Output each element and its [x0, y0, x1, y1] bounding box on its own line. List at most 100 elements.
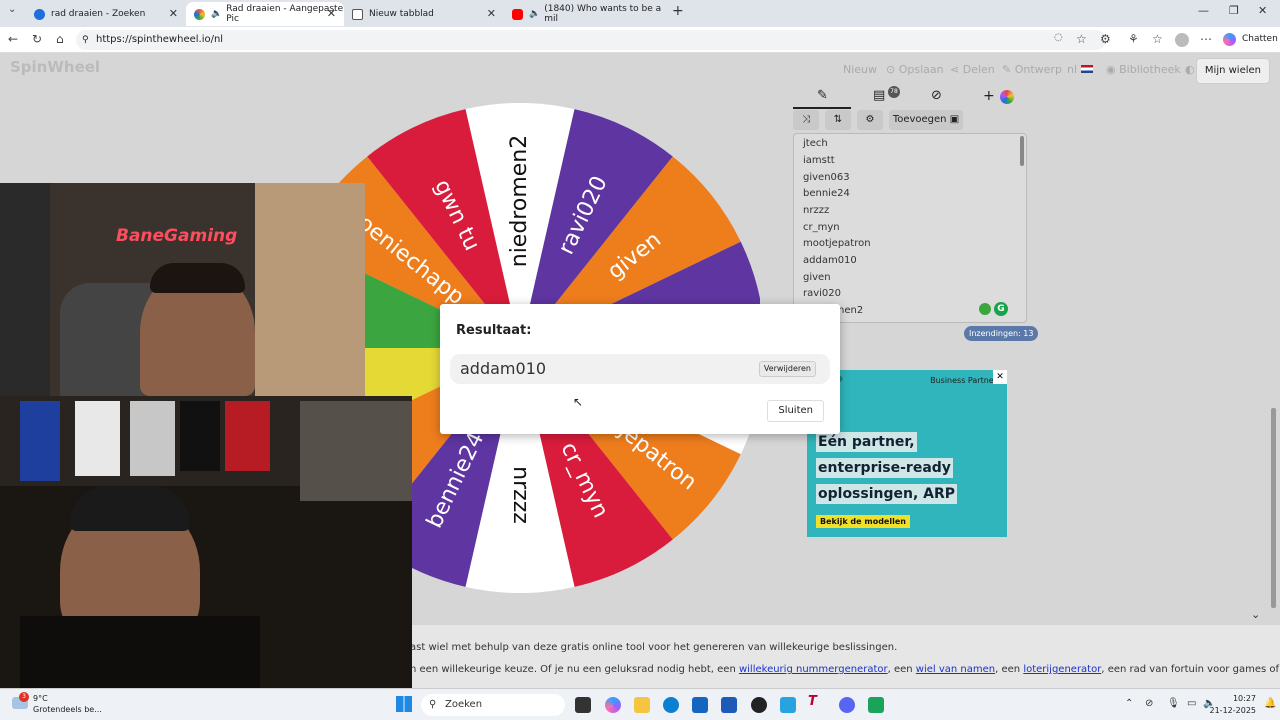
store-icon[interactable]	[692, 697, 708, 713]
number-generator-link[interactable]: willekeurig nummergenerator	[739, 664, 888, 675]
result-row: addam010 Verwijderen	[450, 354, 830, 384]
lottery-generator-link[interactable]: loterijgenerator	[1023, 664, 1101, 675]
list-item[interactable]: addam010	[803, 255, 857, 266]
add-image-button[interactable]: Toevoegen ▣	[889, 110, 963, 130]
page-scrollbar[interactable]	[1271, 408, 1276, 608]
minimize-icon[interactable]: —	[1198, 4, 1209, 17]
new-tab-icon[interactable]: +	[672, 3, 684, 19]
speaker-icon[interactable]: 🔈	[529, 9, 540, 19]
result-value: addam010	[460, 359, 547, 378]
collections-icon[interactable]: ⚘	[1128, 32, 1139, 46]
close-window-icon[interactable]: ✕	[1258, 4, 1267, 17]
tab-search[interactable]: rad draaien - Zoeken ✕	[26, 2, 186, 26]
close-tab-icon[interactable]: ✕	[487, 7, 496, 20]
nav-share[interactable]: ⋖ Delen	[950, 63, 995, 76]
wheel-segment-label: nrzzz	[508, 466, 533, 524]
file-explorer-icon[interactable]	[634, 697, 650, 713]
chevron-down-icon[interactable]: ⌄	[1251, 608, 1260, 621]
nav-language[interactable]: nl	[1067, 63, 1093, 76]
site-logo[interactable]: SpinWheel	[10, 58, 100, 76]
extensions-icon[interactable]: ⚙	[1100, 32, 1111, 46]
speaker-icon[interactable]: 🔈	[211, 9, 222, 19]
outlook-icon[interactable]	[721, 697, 737, 713]
list-item[interactable]: given063	[803, 172, 850, 183]
taskbar-search[interactable]: ⚲ Zoeken	[421, 694, 565, 716]
url-field[interactable]: ⚲ https://spinthewheel.io/nl	[76, 30, 1106, 50]
site-info-icon[interactable]: ⚲	[82, 30, 89, 50]
system-clock[interactable]: 10:27 21-12-2025	[1210, 693, 1257, 717]
active-tab-indicator	[793, 107, 851, 109]
display-icon[interactable]: ▭	[1187, 698, 1196, 709]
task-view-icon[interactable]	[575, 697, 591, 713]
back-icon[interactable]: ←	[8, 32, 18, 46]
discord-icon[interactable]	[839, 697, 855, 713]
theme-toggle-icon[interactable]: ◐	[1185, 63, 1195, 76]
network-icon[interactable]: ⊘	[1145, 698, 1153, 709]
close-tab-icon[interactable]: ✕	[169, 7, 178, 20]
maximize-icon[interactable]: ❐	[1229, 4, 1239, 17]
copilot-label[interactable]: Chatten	[1242, 34, 1278, 44]
search-icon: ⚲	[429, 699, 437, 710]
hint-bulb-icon[interactable]	[979, 303, 991, 315]
entries-list[interactable]: jtech iamstt given063 bennie24 nrzzz cr_…	[793, 133, 1027, 323]
show-hidden-icons[interactable]: ⌃	[1125, 698, 1133, 709]
favorite-star-icon[interactable]: ☆	[1076, 32, 1087, 46]
sort-button[interactable]: ⇅	[825, 110, 851, 130]
hide-eye-icon[interactable]: ⊘	[931, 88, 942, 103]
color-palette-icon[interactable]	[1000, 90, 1014, 104]
wheel-of-names-link[interactable]: wiel van namen	[916, 664, 995, 675]
tab-title: (1840) Who wants to be a mil	[544, 4, 662, 24]
shuffle-button[interactable]: ⤨	[793, 110, 819, 130]
ad-headline: oplossingen, ARP	[816, 484, 958, 504]
close-tab-icon[interactable]: ✕	[327, 7, 336, 20]
profile-avatar[interactable]	[1175, 33, 1189, 47]
obs-icon[interactable]	[751, 697, 767, 713]
tab-spinwheel[interactable]: 🔈 Rad draaien - Aangepaste Pic ✕	[186, 2, 344, 26]
nav-new[interactable]: Nieuw	[843, 63, 877, 76]
my-wheels-button[interactable]: Mijn wielen	[1195, 58, 1270, 84]
copilot-taskbar-icon[interactable]	[605, 697, 621, 713]
notifications-icon[interactable]: 🔔	[1264, 698, 1276, 709]
home-icon[interactable]: ⌂	[56, 32, 64, 46]
ad-cta-button[interactable]: Bekijk de modellen	[816, 515, 910, 528]
read-aloud-icon[interactable]: ◌	[1054, 32, 1063, 43]
nav-save[interactable]: ⊙ Opslaan	[886, 63, 944, 76]
neon-sign: BaneGaming	[116, 226, 238, 246]
list-item[interactable]: jtech	[803, 138, 828, 149]
list-item[interactable]: ravi020	[803, 288, 841, 299]
close-button[interactable]: Sluiten	[767, 400, 824, 422]
windows-start-icon[interactable]	[396, 696, 412, 712]
edge-browser-icon[interactable]	[663, 697, 679, 713]
tab-youtube[interactable]: 🔈 (1840) Who wants to be a mil	[504, 2, 664, 26]
grammarly-icon[interactable]: G	[994, 302, 1008, 316]
results-clipboard-icon[interactable]: ▤	[873, 88, 885, 103]
remove-button[interactable]: Verwijderen	[758, 361, 816, 377]
edit-pencil-icon[interactable]: ✎	[817, 88, 828, 103]
add-icon[interactable]: +	[983, 88, 995, 104]
capcut-icon[interactable]	[780, 697, 796, 713]
list-item[interactable]: nrzzz	[803, 205, 829, 216]
list-item[interactable]: cr_myn	[803, 222, 840, 233]
refresh-icon[interactable]: ↻	[32, 32, 42, 46]
favorites-icon[interactable]: ☆	[1152, 32, 1163, 46]
tab-list-icon[interactable]: ⌄	[8, 4, 16, 15]
scrollbar[interactable]	[1020, 136, 1024, 166]
list-item[interactable]: iamstt	[803, 155, 835, 166]
flag-nl-icon	[1080, 65, 1093, 73]
copilot-icon[interactable]	[1223, 33, 1236, 46]
settings-gear-button[interactable]: ⚙	[857, 110, 883, 130]
list-item[interactable]: bennie24	[803, 188, 850, 199]
t-app-icon[interactable]: T	[808, 694, 824, 710]
menu-icon[interactable]: ⋯	[1200, 32, 1212, 46]
nav-design[interactable]: ✎ Ontwerp	[1002, 63, 1062, 76]
tab-new[interactable]: Nieuw tabblad ✕	[344, 2, 504, 26]
nav-library[interactable]: ◉ Bibliotheek	[1106, 63, 1181, 76]
webcam-feed-top: BaneGaming	[0, 183, 365, 396]
microphone-icon[interactable]: 🎙	[1167, 698, 1180, 709]
ad-close-icon[interactable]: ✕	[993, 370, 1007, 384]
entries-count-badge: Inzendingen: 13	[964, 326, 1039, 341]
list-item[interactable]: mootjepatron	[803, 238, 871, 249]
whatsapp-icon[interactable]	[868, 697, 884, 713]
weather-widget[interactable]: 9°C Grotendeels be...	[33, 693, 102, 715]
list-item[interactable]: given	[803, 272, 831, 283]
